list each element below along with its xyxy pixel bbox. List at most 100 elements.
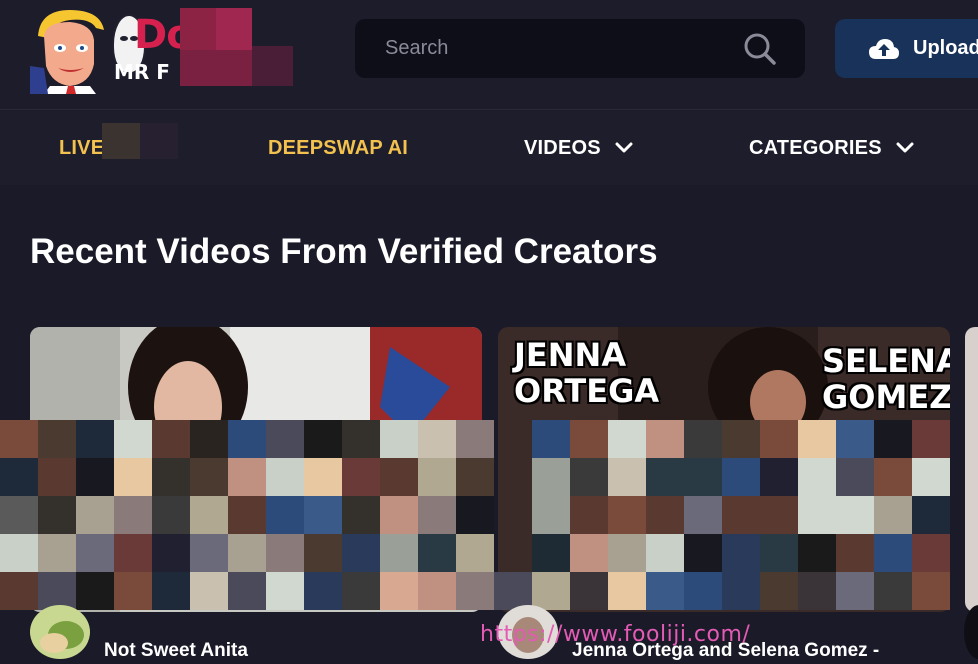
creator-avatar[interactable] [964,605,978,659]
mosaic-cell [912,458,950,496]
upload-label: Upload [913,37,978,59]
thumbnail-overlay-text-left: JENNA ORTEGA [514,336,660,410]
mosaic-cell [836,496,874,534]
video-card[interactable] [965,327,978,612]
mosaic-cell [152,534,190,572]
mosaic-cell [304,458,342,496]
mosaic-cell [114,534,152,572]
mosaic-cell [760,496,798,534]
mosaic-cell [608,420,646,458]
mosaic-cell [608,496,646,534]
mosaic-cell [38,458,76,496]
mosaic-cell [608,534,646,572]
mosaic-cell [874,458,912,496]
mosaic-cell [798,420,836,458]
mosaic-cell [570,534,608,572]
chevron-down-icon [896,142,914,153]
mosaic-cell [532,496,570,534]
mosaic-cell [266,458,304,496]
nav-item-videos[interactable]: VIDEOS [524,111,633,185]
mosaic-cell [456,496,494,534]
mosaic-cell [836,458,874,496]
site-logo[interactable]: Do MR F [30,6,293,94]
mosaic-cell [722,496,760,534]
mosaic-cell [418,534,456,572]
mosaic-cell [874,420,912,458]
mosaic-cell [836,420,874,458]
mosaic-cell [836,534,874,572]
mosaic-cell [266,420,304,458]
nav-item-deepswap[interactable]: DEEPSWAP AI [268,111,408,185]
creator-avatar[interactable] [30,605,90,659]
chevron-down-icon [615,142,633,153]
mosaic-cell [418,496,456,534]
mosaic-cell [152,496,190,534]
mosaic-cell [494,420,532,458]
search-icon[interactable] [743,32,777,66]
mosaic-cell [266,496,304,534]
mosaic-cell [456,534,494,572]
mosaic-cell [646,458,684,496]
nav-redaction [102,123,178,159]
mosaic-cell [0,458,38,496]
mosaic-cell [798,534,836,572]
mosaic-cell [380,496,418,534]
mosaic-cell [760,534,798,572]
mosaic-cell [190,496,228,534]
mosaic-cell [418,458,456,496]
video-title[interactable]: Not Sweet Anita [104,640,248,662]
nav-item-categories[interactable]: CATEGORIES [749,111,914,185]
logo-redaction [252,46,293,86]
nav-item-label: LIVE [59,136,105,159]
mosaic-cell [380,534,418,572]
nav-item-label: DEEPSWAP AI [268,136,409,159]
mosaic-cell [228,420,266,458]
section-title: Recent Videos From Verified Creators [30,232,658,271]
mosaic-cell [304,496,342,534]
mosaic-cell [342,534,380,572]
mosaic-cell [760,420,798,458]
logo-caricature-icon [30,10,104,94]
mosaic-cell [228,496,266,534]
watermark-text: https://www.fooliji.com/ [480,622,751,647]
mosaic-cell [76,496,114,534]
censor-mosaic [0,420,950,610]
mosaic-cell [38,420,76,458]
mosaic-cell [114,420,152,458]
mosaic-cell [76,534,114,572]
nav-item-label: CATEGORIES [749,136,882,159]
mosaic-cell [304,420,342,458]
mosaic-cell [38,534,76,572]
mosaic-cell [0,420,38,458]
mosaic-cell [646,496,684,534]
mosaic-cell [570,458,608,496]
mosaic-cell [494,496,532,534]
mosaic-cell [114,458,152,496]
mosaic-cell [684,496,722,534]
mosaic-cell [494,458,532,496]
mosaic-cell [38,496,76,534]
mosaic-cell [608,458,646,496]
search-input[interactable] [355,19,735,78]
upload-button[interactable]: Upload [835,19,978,78]
mosaic-cell [190,420,228,458]
mosaic-cell [266,534,304,572]
mosaic-cell [152,420,190,458]
nav-item-live[interactable]: LIVE [59,111,104,185]
mosaic-cell [76,458,114,496]
mosaic-cell [912,496,950,534]
mosaic-cell [190,534,228,572]
mosaic-cell [342,496,380,534]
logo-redaction [216,8,252,50]
mosaic-cell [304,534,342,572]
thumbnail-overlay-text-right: SELENA GOMEZ [822,342,950,416]
mosaic-cell [722,458,760,496]
nav-item-label: VIDEOS [524,136,601,159]
mosaic-cell [0,496,38,534]
mosaic-cell [684,420,722,458]
mosaic-cell [760,458,798,496]
mosaic-cell [912,534,950,572]
mosaic-cell [570,420,608,458]
mosaic-cell [874,496,912,534]
mosaic-cell [570,496,608,534]
